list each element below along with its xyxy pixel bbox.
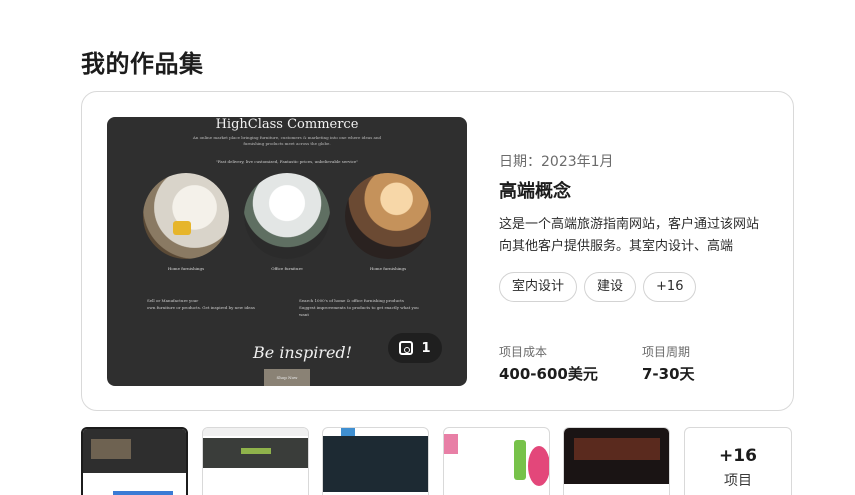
preview-bullet: Suggest improvements to products to get … bbox=[299, 305, 419, 317]
more-projects-button[interactable]: +16 项目 bbox=[684, 427, 792, 495]
cost-label: 项目成本 bbox=[499, 345, 548, 359]
image-count: 1 bbox=[421, 340, 431, 356]
duration-value: 7-30天 bbox=[642, 365, 695, 383]
tag-more[interactable]: +16 bbox=[643, 272, 697, 302]
preview-photo-home bbox=[143, 173, 229, 259]
project-thumbnail[interactable] bbox=[81, 427, 188, 495]
project-description: 这是一个高端旅游指南网站，客户通过该网站向其他客户提供服务。其室内设计、高端 bbox=[499, 217, 760, 254]
chair-icon bbox=[173, 221, 191, 235]
preview-shop-button: Shop Now bbox=[264, 369, 310, 386]
project-thumbnail-strip: +16 项目 bbox=[81, 427, 801, 495]
portfolio-page: 我的作品集 HighClass Commerce An online marke… bbox=[0, 0, 855, 495]
preview-caption: Office furniture bbox=[271, 266, 303, 271]
preview-headline: Be inspired! bbox=[253, 343, 353, 362]
cost-value: 400-600美元 bbox=[499, 365, 598, 383]
preview-bullet: own furniture or products. Get inspired … bbox=[147, 305, 255, 310]
preview-caption: Home furnishings bbox=[167, 266, 205, 271]
more-projects-count: +16 bbox=[719, 446, 757, 466]
page-title: 我的作品集 bbox=[81, 50, 204, 78]
preview-site-title: HighClass Commerce bbox=[215, 117, 359, 132]
images-icon bbox=[399, 341, 414, 355]
more-projects-label: 项目 bbox=[724, 473, 752, 489]
preview-caption: Home furnishings bbox=[369, 266, 407, 271]
preview-photo-dining bbox=[345, 173, 431, 259]
tag-construction[interactable]: 建设 bbox=[584, 272, 637, 302]
preview-bullets-left: Sell or Manufacture your own furniture o… bbox=[147, 297, 257, 311]
project-preview-image[interactable]: HighClass Commerce An online market plac… bbox=[107, 117, 467, 386]
preview-site-subtitle: An online market place bringing furnitur… bbox=[192, 135, 382, 146]
project-tags: 室内设计 建设 +16 bbox=[499, 272, 697, 302]
project-thumbnail[interactable] bbox=[322, 427, 429, 495]
preview-bullet: Search 1000's of home & office furnishin… bbox=[299, 298, 404, 303]
tag-interior-design[interactable]: 室内设计 bbox=[499, 272, 578, 302]
preview-quote: "Fast delivery, live customized, Fantast… bbox=[215, 159, 359, 164]
image-count-badge[interactable]: 1 bbox=[388, 333, 442, 363]
project-thumbnail[interactable] bbox=[443, 427, 550, 495]
preview-bullet: Sell or Manufacture your bbox=[147, 298, 199, 303]
project-card[interactable]: HighClass Commerce An online market plac… bbox=[81, 91, 794, 411]
project-name[interactable]: 高端概念 bbox=[499, 177, 571, 203]
preview-photo-office bbox=[244, 173, 330, 259]
project-thumbnail[interactable] bbox=[202, 427, 309, 495]
project-thumbnail[interactable] bbox=[563, 427, 670, 495]
duration-label: 项目周期 bbox=[642, 345, 691, 359]
project-date: 日期：2023年1月 bbox=[499, 154, 614, 170]
preview-bullets-right: Search 1000's of home & office furnishin… bbox=[299, 297, 429, 318]
